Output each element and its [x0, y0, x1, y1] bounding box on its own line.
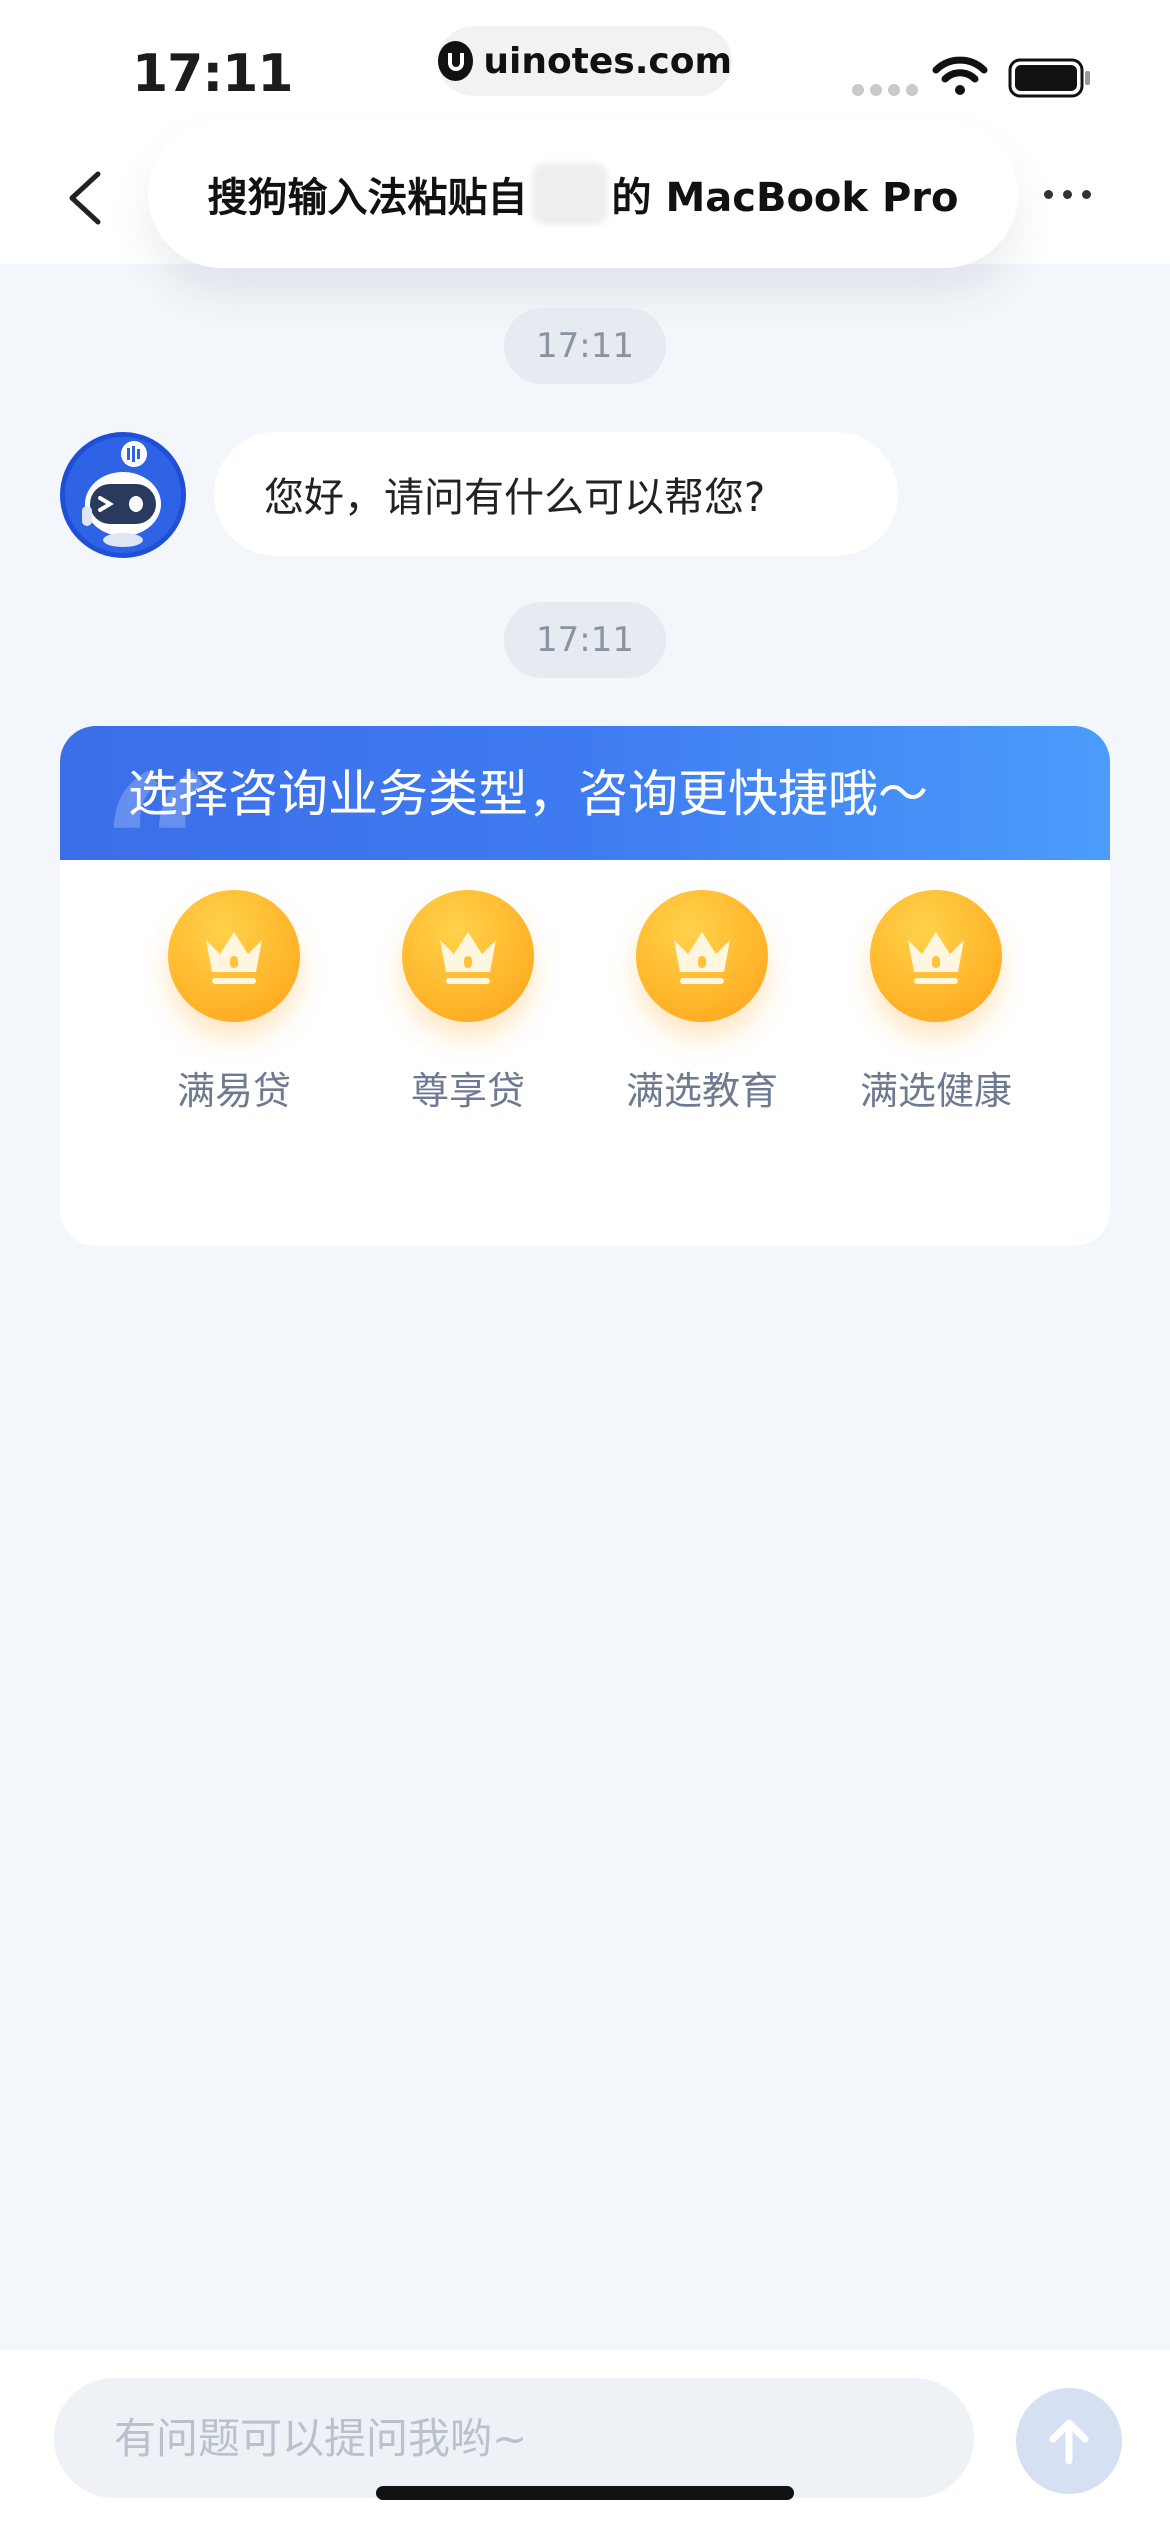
crown-icon — [636, 890, 768, 1022]
category-label: 满选教育 — [625, 1069, 778, 1113]
timestamp-chip: 17:11 — [504, 602, 666, 678]
status-bar: 17:11 uinotes.com — [0, 0, 1170, 130]
bot-message-bubble: 您好，请问有什么可以帮您? — [214, 432, 898, 556]
page-title: 搜狗输入法粘贴自 的 MacBook Pro — [207, 163, 959, 225]
cellular-signal-icon — [852, 84, 918, 96]
crown-icon — [870, 890, 1002, 1022]
bot-avatar-icon — [60, 432, 186, 558]
title-prefix: 搜狗输入法粘贴自 — [207, 175, 528, 221]
url-pill[interactable]: uinotes.com — [438, 26, 732, 96]
arrow-up-icon — [1049, 2419, 1089, 2465]
category-label: 满选健康 — [859, 1069, 1012, 1113]
service-type-card: “ 选择咨询业务类型，咨询更快捷哦～ 满易贷 尊享贷 满选教育 满选健康 — [60, 726, 1110, 1246]
title-pill: 搜狗输入法粘贴自 的 MacBook Pro — [148, 120, 1018, 268]
title-suffix: 的 MacBook Pro — [611, 175, 959, 221]
message-input[interactable] — [54, 2378, 974, 2498]
category-item-manyidai[interactable]: 满易贷 — [124, 890, 344, 1115]
crown-icon — [168, 890, 300, 1022]
send-button[interactable] — [1016, 2388, 1122, 2494]
timestamp-chip: 17:11 — [504, 308, 666, 384]
category-item-zunxiangdai[interactable]: 尊享贷 — [358, 890, 578, 1115]
more-options-button[interactable] — [1044, 190, 1091, 199]
card-header: “ 选择咨询业务类型，咨询更快捷哦～ — [60, 726, 1110, 950]
nav-bar: 搜狗输入法粘贴自 的 MacBook Pro — [0, 120, 1170, 268]
site-logo-icon — [438, 41, 474, 81]
category-item-health[interactable]: 满选健康 — [826, 890, 1046, 1115]
home-indicator — [376, 2486, 794, 2500]
wifi-icon — [932, 56, 988, 95]
category-label: 满易贷 — [176, 1069, 291, 1113]
status-time: 17:11 — [132, 44, 294, 104]
url-text: uinotes.com — [483, 40, 732, 82]
title-redacted — [531, 163, 608, 225]
composer-bar — [0, 2350, 1170, 2532]
back-button[interactable] — [58, 168, 118, 228]
card-title: 选择咨询业务类型，咨询更快捷哦～ — [128, 765, 928, 823]
crown-icon — [402, 890, 534, 1022]
category-label: 尊享贷 — [410, 1069, 525, 1113]
category-item-education[interactable]: 满选教育 — [592, 890, 812, 1115]
battery-icon — [1008, 58, 1090, 98]
